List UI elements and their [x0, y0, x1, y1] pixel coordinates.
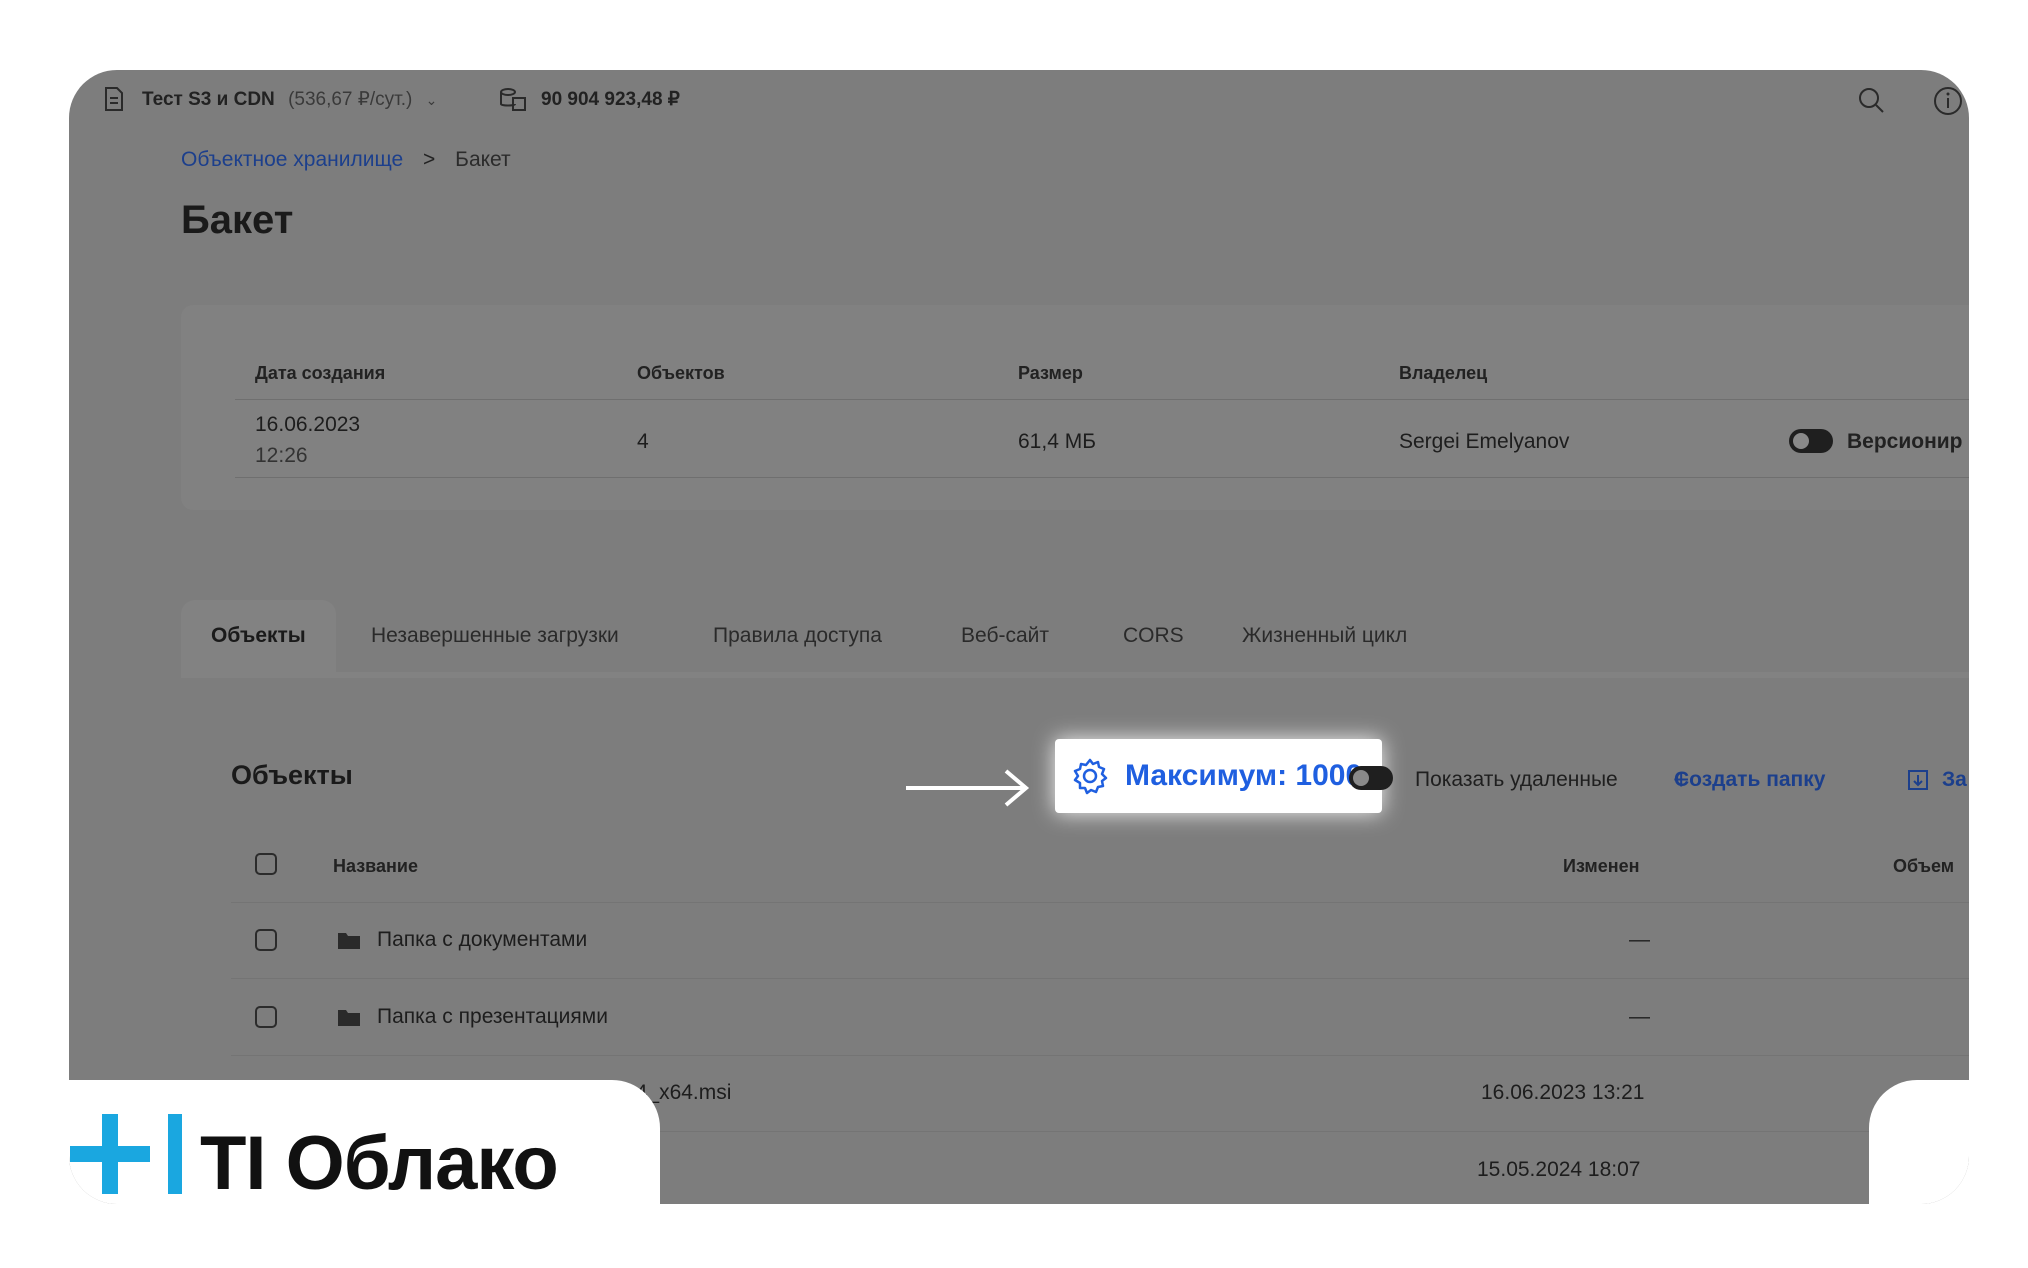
document-icon — [105, 87, 123, 111]
app-window: Тест S3 и CDN (536,67 ₽/сут.) ⌄ 90 904 9… — [69, 70, 1969, 1204]
search-icon[interactable] — [1857, 86, 1885, 114]
bucket-size: 61,4 МБ — [1018, 430, 1096, 453]
show-deleted-toggle[interactable] — [1349, 766, 1393, 790]
project-name: Тест S3 и CDN — [142, 89, 275, 110]
tab-panel-edge — [181, 672, 1969, 678]
divider — [235, 399, 1969, 400]
row-name: Папка с презентациями — [377, 1005, 608, 1028]
folder-icon — [338, 933, 360, 949]
chevron-right-icon: > — [423, 148, 436, 171]
info-icon[interactable] — [1933, 86, 1963, 116]
upload-button[interactable]: За — [1942, 768, 1967, 792]
tab-bar: Объекты Незавершенные загрузки Правила д… — [181, 600, 1969, 672]
divider — [231, 902, 1969, 903]
row-modified: — — [1629, 928, 1650, 951]
page-title: Бакет — [181, 198, 294, 242]
created-date: 16.06.2023 — [255, 413, 361, 436]
col-name-header: Название — [333, 856, 418, 876]
select-all-checkbox[interactable] — [255, 853, 277, 875]
brand-logo-text: TI Облако — [200, 1121, 559, 1206]
breadcrumb-link-storage[interactable]: Объектное хранилище — [181, 148, 403, 171]
create-folder-button[interactable]: Создать папку — [1674, 768, 1825, 792]
tab-website[interactable]: Веб-сайт — [961, 600, 1049, 672]
max-objects-label: Максимум: 1000 — [1125, 759, 1363, 792]
col-owner-header: Владелец — [1399, 363, 1488, 383]
tab-incomplete-uploads[interactable]: Незавершенные загрузки — [371, 600, 619, 672]
versioning-toggle[interactable] — [1789, 429, 1833, 453]
row-name: Папка с документами — [377, 928, 588, 951]
tab-objects[interactable]: Объекты — [181, 600, 336, 672]
created-time: 12:26 — [255, 444, 308, 467]
divider — [235, 477, 1969, 478]
divider — [231, 978, 1969, 979]
col-objects-header: Объектов — [637, 363, 725, 383]
project-cost: (536,67 ₽/сут.) — [288, 89, 413, 110]
col-size-header: Размер — [1018, 363, 1083, 383]
project-selector[interactable]: Тест S3 и CDN (536,67 ₽/сут.) ⌄ — [142, 88, 437, 111]
breadcrumb: Объектное хранилище > Бакет — [181, 148, 511, 172]
show-deleted-label: Показать удаленные — [1415, 768, 1618, 791]
versioning-label: Версионир — [1847, 430, 1963, 453]
divider — [231, 1055, 1969, 1056]
tab-lifecycle[interactable]: Жизненный цикл — [1242, 600, 1407, 672]
row-checkbox[interactable] — [255, 1006, 277, 1028]
col-created-header: Дата создания — [255, 363, 386, 383]
coins-icon — [500, 88, 526, 111]
col-size-header: Объем — [1893, 856, 1955, 876]
row-modified: 15.05.2024 18:07 — [1477, 1158, 1641, 1181]
gear-icon — [1073, 758, 1108, 795]
bucket-info-card: Дата создания Объектов Размер Владелец 1… — [181, 305, 1969, 510]
chevron-down-icon: ⌄ — [425, 92, 438, 108]
tab-cors[interactable]: CORS — [1123, 600, 1184, 672]
upload-icon — [1908, 770, 1928, 790]
brand-logo-mark — [70, 1114, 182, 1194]
balance: 90 904 923,48 ₽ — [541, 89, 680, 110]
frame-cutout — [1869, 1080, 1969, 1204]
breadcrumb-current: Бакет — [455, 148, 511, 171]
objects-count: 4 — [637, 430, 649, 453]
top-bar: Тест S3 и CDN (536,67 ₽/сут.) ⌄ 90 904 9… — [69, 70, 1969, 130]
col-modified-header: Изменен — [1563, 856, 1640, 876]
row-checkbox[interactable] — [255, 929, 277, 951]
row-modified: — — [1629, 1005, 1650, 1028]
max-objects-button[interactable]: Максимум: 1000 — [1055, 739, 1382, 813]
row-modified: 16.06.2023 13:21 — [1481, 1081, 1645, 1104]
owner: Sergei Emelyanov — [1399, 430, 1570, 453]
tab-access-rules[interactable]: Правила доступа — [713, 600, 882, 672]
objects-section-title: Объекты — [231, 760, 353, 790]
arrow-right-icon — [906, 769, 1030, 807]
folder-icon — [338, 1010, 360, 1026]
